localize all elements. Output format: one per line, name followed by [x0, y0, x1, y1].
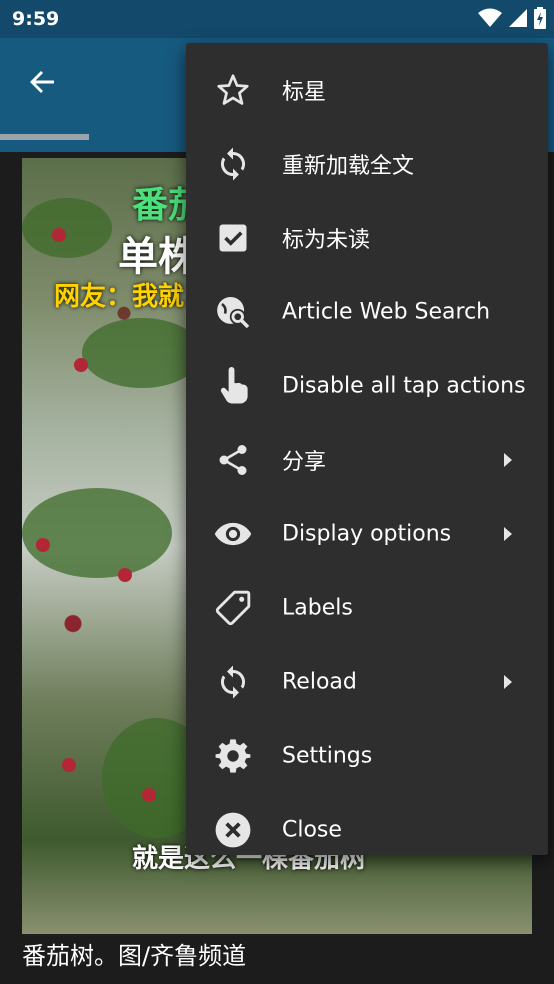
eye-icon: [214, 515, 252, 553]
menu-item-star[interactable]: 标星: [186, 53, 548, 127]
sync-icon: [214, 145, 252, 183]
battery-icon: [534, 7, 546, 29]
menu-item-label: Close: [282, 817, 342, 843]
menu-item-display-options[interactable]: Display options: [186, 497, 548, 571]
menu-item-label: Settings: [282, 743, 373, 769]
status-time: 9:59: [12, 8, 60, 30]
menu-item-label: Reload: [282, 669, 357, 695]
menu-item-share[interactable]: 分享: [186, 423, 548, 497]
menu-item-label: Disable all tap actions: [282, 373, 526, 399]
menu-item-label: Labels: [282, 595, 353, 621]
overflow-menu: 标星 重新加载全文 标为未读 Article Web Search Disabl…: [186, 43, 548, 855]
submenu-arrow-icon: [504, 527, 512, 541]
web-search-icon: [214, 293, 252, 331]
status-icons: [478, 7, 546, 29]
reload-icon: [214, 663, 252, 701]
menu-item-label: 标星: [282, 80, 327, 105]
checkbox-checked-icon: [214, 219, 252, 257]
menu-item-label: Article Web Search: [282, 299, 491, 325]
menu-item-reload[interactable]: Reload: [186, 645, 548, 719]
menu-item-mark-unread[interactable]: 标为未读: [186, 201, 548, 275]
cell-signal-icon: [509, 9, 527, 27]
back-button[interactable]: [22, 62, 62, 102]
share-icon: [214, 441, 252, 479]
image-caption: 番茄树。图/齐鲁频道: [22, 942, 247, 970]
menu-item-web-search[interactable]: Article Web Search: [186, 275, 548, 349]
gear-icon: [214, 737, 252, 775]
menu-item-label: Display options: [282, 521, 452, 547]
submenu-arrow-icon: [504, 675, 512, 689]
star-outline-icon: [214, 71, 252, 109]
status-bar: 9:59: [0, 0, 554, 38]
reading-progress-fill: [0, 134, 89, 140]
menu-item-labels[interactable]: Labels: [186, 571, 548, 645]
arrow-back-icon: [30, 71, 54, 93]
menu-item-disable-tap[interactable]: Disable all tap actions: [186, 349, 548, 423]
menu-item-label: 分享: [282, 450, 327, 475]
label-tag-icon: [214, 589, 252, 627]
wifi-icon: [478, 8, 502, 27]
menu-item-close[interactable]: Close: [186, 793, 548, 867]
image-overlay-netizen: 网友：我就: [54, 282, 185, 312]
hand-tap-icon: [214, 367, 252, 405]
menu-item-reload-fulltext[interactable]: 重新加载全文: [186, 127, 548, 201]
close-circle-icon: [214, 811, 252, 849]
menu-item-label: 重新加载全文: [282, 154, 415, 179]
submenu-arrow-icon: [504, 453, 512, 467]
menu-item-settings[interactable]: Settings: [186, 719, 548, 793]
menu-item-label: 标为未读: [282, 228, 371, 253]
